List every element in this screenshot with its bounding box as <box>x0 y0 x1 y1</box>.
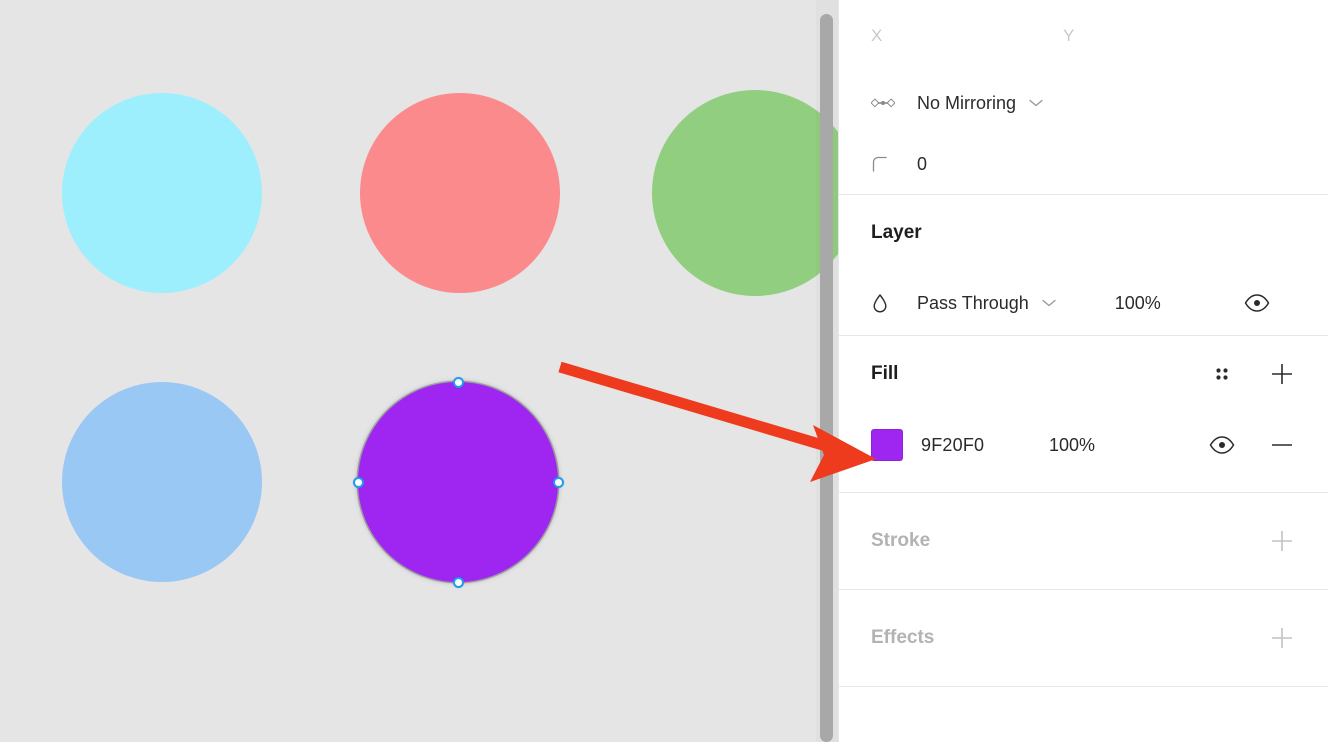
blend-mode-icon <box>871 293 917 313</box>
mirroring-icon <box>871 97 917 109</box>
layer-opacity-value[interactable]: 100% <box>1115 293 1185 314</box>
selection-handle-bottom[interactable] <box>452 576 464 588</box>
selection-handle-right[interactable] <box>552 476 564 488</box>
x-label: X <box>871 26 883 45</box>
layer-header: Layer <box>871 195 1296 271</box>
ellipse-cyan[interactable] <box>62 93 262 293</box>
stroke-header: Stroke <box>871 493 1296 589</box>
chevron-down-icon[interactable] <box>1028 98 1044 108</box>
fill-header: Fill <box>871 336 1296 412</box>
fill-title: Fill <box>871 363 899 384</box>
layer-title: Layer <box>871 222 922 243</box>
y-field[interactable]: Y <box>1063 21 1075 51</box>
position-section: X Y No Mirroring 0 <box>839 0 1328 194</box>
selection-handle-left[interactable] <box>352 476 364 488</box>
y-label: Y <box>1063 26 1075 45</box>
ellipse-salmon[interactable] <box>360 93 560 293</box>
corner-radius-value[interactable]: 0 <box>917 154 927 175</box>
eye-visible-icon[interactable] <box>1243 289 1271 317</box>
effects-section: Effects <box>839 590 1328 686</box>
selection-handle-top[interactable] <box>452 376 464 388</box>
canvas-scrollbar-track[interactable] <box>816 0 838 742</box>
fill-hex-value[interactable]: 9F20F0 <box>921 435 1049 456</box>
xy-row: X Y <box>871 0 1296 72</box>
minus-icon[interactable] <box>1268 431 1296 459</box>
stroke-title: Stroke <box>871 530 931 551</box>
fill-header-actions <box>1208 360 1296 388</box>
corner-radius-row[interactable]: 0 <box>871 134 1296 194</box>
blend-mode-value[interactable]: Pass Through <box>917 293 1029 314</box>
effects-header: Effects <box>871 590 1296 686</box>
design-canvas[interactable] <box>0 0 838 742</box>
design-tool-window: X Y No Mirroring 0 Layer Pass Through 10… <box>0 0 1328 742</box>
layer-section: Layer Pass Through 100% <box>839 195 1328 335</box>
ellipse-green[interactable] <box>652 90 838 296</box>
fill-section-spacer <box>871 478 1296 492</box>
stroke-section: Stroke <box>839 493 1328 589</box>
plus-icon[interactable] <box>1268 360 1296 388</box>
properties-panel: X Y No Mirroring 0 Layer Pass Through 10… <box>838 0 1328 742</box>
canvas-scrollbar-thumb[interactable] <box>820 14 833 742</box>
fill-opacity-value[interactable]: 100% <box>1049 435 1129 456</box>
style-grid-icon[interactable] <box>1208 360 1236 388</box>
mirroring-value[interactable]: No Mirroring <box>917 93 1016 114</box>
divider-effects-bottom <box>839 686 1328 687</box>
layer-blend-row[interactable]: Pass Through 100% <box>871 271 1296 335</box>
fill-color-swatch[interactable] <box>871 429 903 461</box>
effects-title: Effects <box>871 627 935 648</box>
fill-item-row[interactable]: 9F20F0 100% <box>871 412 1296 478</box>
chevron-down-icon[interactable] <box>1041 298 1057 308</box>
selected-shape-body[interactable] <box>358 382 558 582</box>
fill-section: Fill 9F20F0 100% <box>839 336 1328 492</box>
ellipse-purple-selected[interactable] <box>352 376 564 588</box>
x-field[interactable]: X <box>871 21 1063 51</box>
fill-item-actions <box>1208 431 1296 459</box>
mirroring-row[interactable]: No Mirroring <box>871 72 1296 134</box>
eye-visible-icon[interactable] <box>1208 431 1236 459</box>
plus-icon[interactable] <box>1268 624 1296 652</box>
corner-radius-icon <box>871 155 917 173</box>
plus-icon[interactable] <box>1268 527 1296 555</box>
ellipse-blue[interactable] <box>62 382 262 582</box>
